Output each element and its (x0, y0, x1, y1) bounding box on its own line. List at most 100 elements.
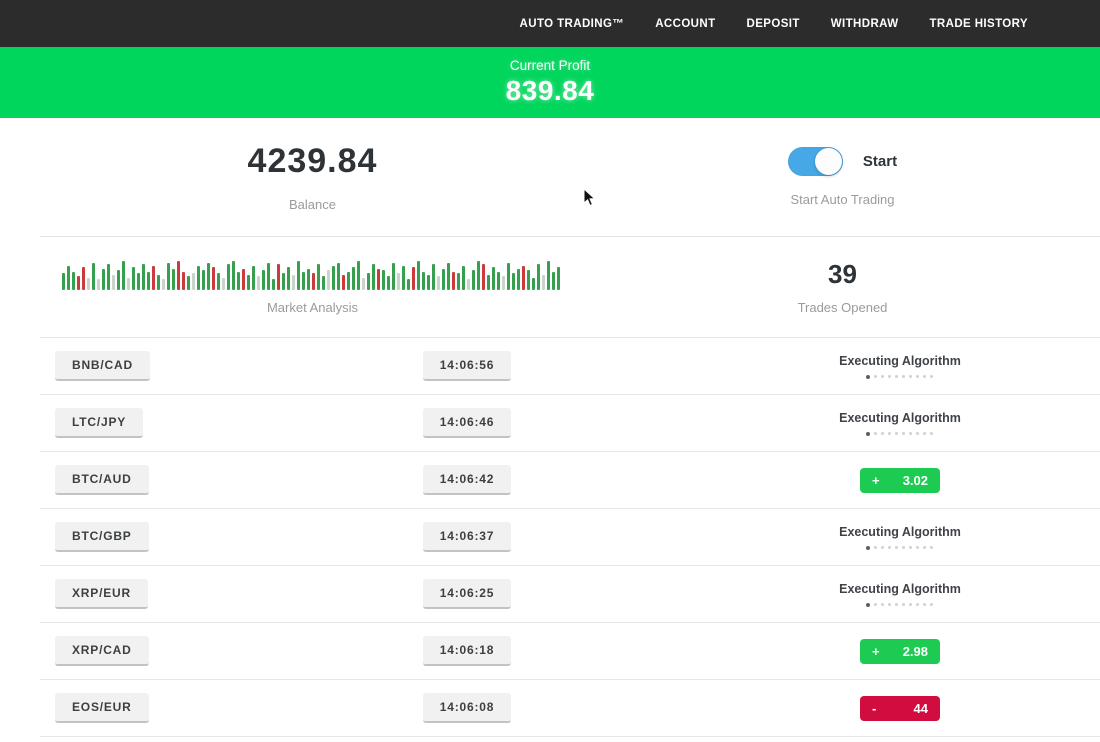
progress-dot (895, 603, 898, 606)
progress-dot (916, 432, 919, 435)
trade-row: BTC/AUD 14:06:42 + 3.02 (40, 452, 1100, 509)
market-bar (62, 273, 65, 290)
market-bar (157, 275, 160, 290)
market-bar (137, 273, 140, 290)
market-bar (142, 264, 145, 290)
toggle-knob (815, 148, 842, 175)
market-bar (262, 270, 265, 290)
time-badge: 14:06:37 (423, 522, 511, 552)
executing-status: Executing Algorithm (839, 582, 961, 607)
market-bar (207, 263, 210, 290)
progress-dot (874, 375, 877, 378)
market-bar (197, 266, 200, 290)
trade-row: BTC/GBP 14:06:37 Executing Algorithm (40, 509, 1100, 566)
market-bar (507, 263, 510, 290)
market-bar (97, 279, 100, 290)
market-bar (372, 264, 375, 290)
progress-dot (909, 546, 912, 549)
progress-dot (881, 432, 884, 435)
market-analysis-label: Market Analysis (267, 300, 358, 315)
nav-item-withdraw[interactable]: WITHDRAW (831, 18, 899, 30)
market-bar (302, 272, 305, 290)
trade-row: XRP/EUR 14:06:25 Executing Algorithm (40, 566, 1100, 623)
nav-item-deposit[interactable]: DEPOSIT (747, 18, 800, 30)
result-amount: 2.98 (903, 644, 928, 659)
progress-dot (895, 546, 898, 549)
market-bar (477, 261, 480, 290)
executing-status: Executing Algorithm (839, 354, 961, 379)
market-bar (327, 270, 330, 290)
market-bar (342, 275, 345, 290)
progress-dot (916, 375, 919, 378)
time-badge: 14:06:18 (423, 636, 511, 666)
market-bar (82, 267, 85, 290)
nav-item-trade-history[interactable]: TRADE HISTORY (930, 18, 1029, 30)
market-bar (152, 266, 155, 290)
progress-dot (916, 546, 919, 549)
market-bar (532, 278, 535, 290)
market-bar (392, 263, 395, 290)
current-profit-banner: Current Profit 839.84 (0, 47, 1100, 118)
market-bar (547, 261, 550, 290)
progress-dot (895, 375, 898, 378)
market-bar (367, 273, 370, 290)
market-bar (397, 273, 400, 290)
market-bar (252, 266, 255, 290)
balance-section: 4239.84 Balance Start Start Auto Trading (40, 118, 1100, 237)
market-bar (127, 278, 130, 290)
market-analysis-section: Market Analysis 39 Trades Opened (40, 237, 1100, 338)
result-sign: + (872, 473, 880, 488)
nav-item-auto-trading[interactable]: AUTO TRADING™ (520, 18, 625, 30)
market-bar (517, 269, 520, 290)
market-bar (332, 266, 335, 290)
pair-badge: XRP/EUR (55, 579, 148, 609)
pair-badge: EOS/EUR (55, 693, 149, 723)
progress-dot (930, 375, 933, 378)
result-sign: + (872, 644, 880, 659)
pair-badge: XRP/CAD (55, 636, 149, 666)
market-bar (227, 264, 230, 290)
market-bar (212, 267, 215, 290)
market-bar (117, 270, 120, 290)
market-bar (317, 264, 320, 290)
market-bar (267, 263, 270, 290)
market-bar (87, 278, 90, 290)
market-bar (502, 276, 505, 290)
market-bar (67, 266, 70, 290)
market-bar (447, 263, 450, 290)
market-bar (122, 261, 125, 290)
market-bar (527, 270, 530, 290)
progress-dot (923, 432, 926, 435)
result-badge: - 44 (860, 696, 940, 721)
time-badge: 14:06:46 (423, 408, 511, 438)
market-bar (77, 276, 80, 290)
auto-trading-toggle[interactable] (788, 147, 843, 176)
market-bar (307, 269, 310, 290)
market-bar (457, 273, 460, 290)
market-bar (362, 278, 365, 290)
top-nav: AUTO TRADING™ ACCOUNT DEPOSIT WITHDRAW T… (0, 0, 1100, 47)
market-analysis-bars (62, 260, 564, 290)
progress-dot (866, 375, 870, 379)
time-badge: 14:06:56 (423, 351, 511, 381)
executing-status: Executing Algorithm (839, 411, 961, 436)
progress-dot (881, 375, 884, 378)
trades-opened-label: Trades Opened (798, 300, 888, 315)
progress-dot (909, 603, 912, 606)
trades-list: BNB/CAD 14:06:56 Executing Algorithm LTC… (40, 338, 1100, 737)
market-bar (297, 261, 300, 290)
market-bar (387, 276, 390, 290)
executing-label: Executing Algorithm (839, 354, 961, 368)
market-bar (472, 270, 475, 290)
balance-value: 4239.84 (248, 142, 378, 181)
nav-item-account[interactable]: ACCOUNT (655, 18, 715, 30)
progress-dot (923, 603, 926, 606)
progress-dot (930, 432, 933, 435)
balance-label: Balance (289, 197, 336, 212)
market-bar (107, 264, 110, 290)
market-bar (147, 272, 150, 290)
market-bar (222, 278, 225, 290)
market-bar (402, 266, 405, 290)
market-bar (232, 261, 235, 290)
market-bar (557, 267, 560, 290)
